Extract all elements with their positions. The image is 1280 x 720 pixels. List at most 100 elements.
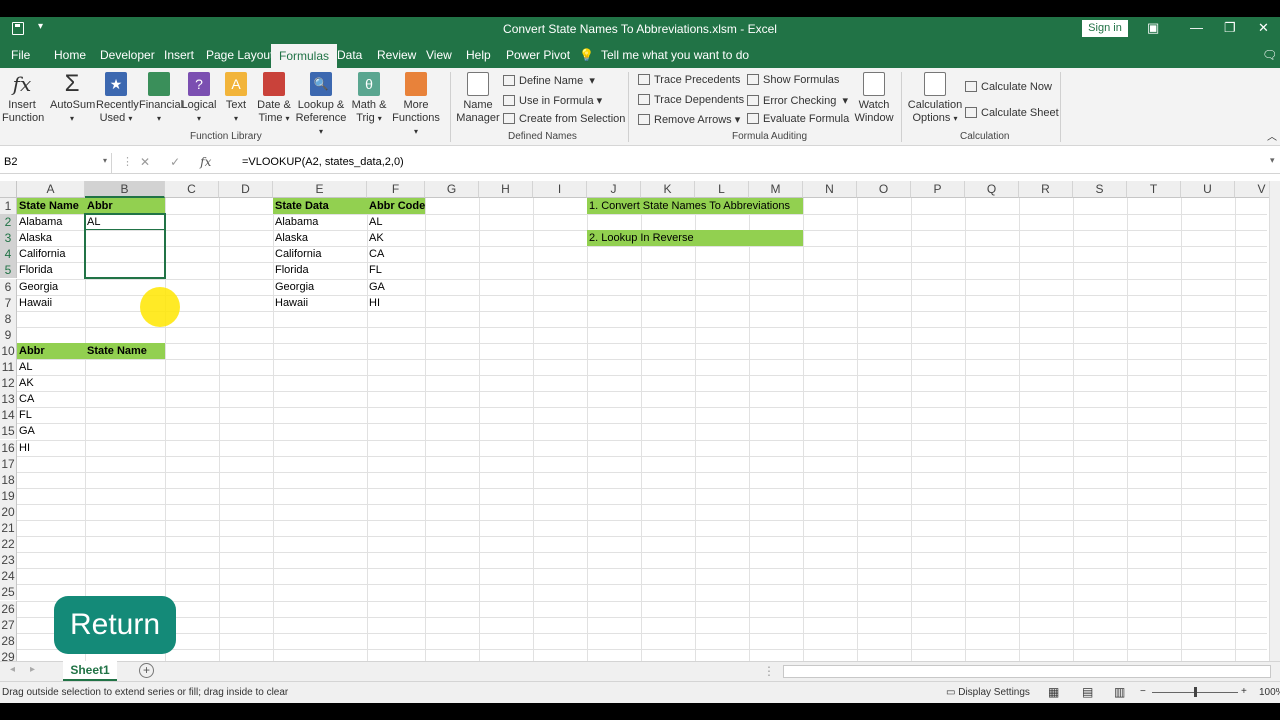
cell-a14[interactable]: FL	[17, 407, 85, 423]
column-header-a[interactable]: A	[17, 181, 85, 198]
define-name-button[interactable]: Define Name ▾	[503, 74, 595, 87]
cell-f2[interactable]: AL	[367, 214, 425, 230]
cell-j3[interactable]: 2. Lookup In Reverse	[587, 230, 803, 247]
tab-power-pivot[interactable]: Power Pivot	[506, 48, 570, 62]
tab-view[interactable]: View	[426, 48, 452, 62]
restore-icon[interactable]: ❐	[1224, 20, 1236, 36]
row-header-21[interactable]: 21	[0, 520, 17, 537]
insert-function-icon[interactable]: fx	[200, 155, 211, 169]
cell-a16[interactable]: HI	[17, 440, 85, 456]
column-header-s[interactable]: S	[1073, 181, 1127, 198]
row-header-18[interactable]: 18	[0, 471, 17, 488]
row-header-24[interactable]: 24	[0, 568, 17, 585]
cell-f4[interactable]: CA	[367, 246, 425, 262]
trace-dependents-button[interactable]: Trace Dependents	[638, 94, 744, 106]
insert-function-button[interactable]: fx Insert Function	[2, 72, 44, 125]
cell-f7[interactable]: HI	[367, 295, 425, 311]
vertical-scrollbar[interactable]	[1269, 181, 1280, 661]
horizontal-scrollbar[interactable]	[783, 665, 1271, 678]
row-header-12[interactable]: 12	[0, 375, 17, 392]
autosum-button[interactable]: Σ AutoSum ▾	[50, 72, 95, 125]
cell-a7[interactable]: Hawaii	[17, 295, 85, 311]
cell-b10[interactable]: State Name	[85, 342, 165, 359]
zoom-slider-thumb[interactable]	[1194, 687, 1197, 697]
close-icon[interactable]: ✕	[1258, 20, 1269, 36]
column-header-u[interactable]: U	[1181, 181, 1235, 198]
tell-me-search[interactable]: Tell me what you want to do	[601, 48, 749, 62]
select-all-corner[interactable]	[0, 181, 17, 198]
tab-splitter-icon[interactable]: ⋮	[763, 664, 775, 678]
column-header-d[interactable]: D	[219, 181, 273, 198]
cell-a4[interactable]: California	[17, 246, 85, 262]
name-box[interactable]: B2 ▾	[0, 153, 112, 173]
cell-a2[interactable]: Alabama	[17, 214, 85, 230]
remove-arrows-button[interactable]: Remove Arrows ▾	[638, 113, 740, 126]
comments-icon[interactable]: 🗨	[1262, 48, 1277, 62]
cell-b1[interactable]: Abbr	[85, 198, 165, 215]
tab-insert[interactable]: Insert	[164, 48, 194, 62]
cell-a3[interactable]: Alaska	[17, 230, 85, 246]
collapse-ribbon-icon[interactable]: ︿	[1267, 128, 1277, 143]
row-header-7[interactable]: 7	[0, 294, 17, 311]
column-header-f[interactable]: F	[367, 181, 425, 198]
tab-page-layout[interactable]: Page Layout	[206, 48, 273, 62]
column-header-m[interactable]: M	[749, 181, 803, 198]
column-header-h[interactable]: H	[479, 181, 533, 198]
lookup-reference-button[interactable]: 🔍 Lookup & Reference ▾	[295, 72, 347, 138]
create-from-selection-button[interactable]: Create from Selection	[503, 113, 625, 125]
row-header-4[interactable]: 4	[0, 246, 17, 263]
cell-a10[interactable]: Abbr	[17, 342, 85, 359]
expand-formula-bar-icon[interactable]: ▾	[1270, 155, 1275, 166]
column-header-l[interactable]: L	[695, 181, 749, 198]
cell-e4[interactable]: California	[273, 246, 367, 262]
column-header-p[interactable]: P	[911, 181, 965, 198]
sign-in-button[interactable]: Sign in	[1082, 20, 1128, 37]
column-header-g[interactable]: G	[425, 181, 479, 198]
error-checking-button[interactable]: Error Checking ▾	[747, 94, 848, 107]
cell-a15[interactable]: GA	[17, 423, 85, 439]
row-header-6[interactable]: 6	[0, 278, 17, 295]
cell-a13[interactable]: CA	[17, 391, 85, 407]
active-cell-b2[interactable]	[85, 214, 165, 231]
column-header-n[interactable]: N	[803, 181, 857, 198]
tab-file[interactable]: File	[11, 48, 30, 62]
show-formulas-button[interactable]: Show Formulas	[747, 74, 839, 86]
calculate-now-button[interactable]: Calculate Now	[965, 81, 1052, 93]
cell-a6[interactable]: Georgia	[17, 279, 85, 295]
zoom-out-icon[interactable]: −	[1140, 686, 1146, 697]
trace-precedents-button[interactable]: Trace Precedents	[638, 74, 740, 86]
cell-e5[interactable]: Florida	[273, 262, 367, 278]
cell-a5[interactable]: Florida	[17, 262, 85, 278]
column-header-c[interactable]: C	[165, 181, 219, 198]
row-header-14[interactable]: 14	[0, 407, 17, 424]
watch-window-button[interactable]: Watch Window	[852, 72, 896, 125]
row-header-26[interactable]: 26	[0, 600, 17, 617]
sheet-tab-sheet1[interactable]: Sheet1	[63, 661, 117, 681]
column-header-j[interactable]: J	[587, 181, 641, 198]
page-layout-view-icon[interactable]: ▤	[1082, 685, 1093, 699]
name-box-dropdown-icon[interactable]: ▾	[103, 156, 107, 165]
ribbon-display-options-icon[interactable]: ▣	[1147, 20, 1159, 36]
zoom-in-icon[interactable]: +	[1241, 686, 1247, 697]
cell-a1[interactable]: State Name	[17, 198, 85, 215]
row-header-3[interactable]: 3	[0, 230, 17, 247]
row-header-10[interactable]: 10	[0, 342, 17, 359]
use-in-formula-button[interactable]: Use in Formula ▾	[503, 94, 602, 107]
normal-view-icon[interactable]: ▦	[1048, 685, 1059, 699]
column-header-e[interactable]: E	[273, 181, 367, 198]
cell-a12[interactable]: AK	[17, 375, 85, 391]
row-header-1[interactable]: 1	[0, 198, 17, 215]
enter-icon[interactable]: ✓	[170, 155, 180, 169]
row-header-2[interactable]: 2	[0, 214, 17, 231]
tab-home[interactable]: Home	[54, 48, 86, 62]
column-header-k[interactable]: K	[641, 181, 695, 198]
row-header-17[interactable]: 17	[0, 455, 17, 472]
financial-button[interactable]: Financial ▾	[139, 72, 183, 125]
tab-developer[interactable]: Developer	[100, 48, 155, 62]
cell-f3[interactable]: AK	[367, 230, 425, 246]
row-header-11[interactable]: 11	[0, 359, 17, 376]
cell-e7[interactable]: Hawaii	[273, 295, 367, 311]
text-button[interactable]: A Text ▾	[222, 72, 250, 125]
row-header-13[interactable]: 13	[0, 391, 17, 408]
row-header-20[interactable]: 20	[0, 503, 17, 520]
